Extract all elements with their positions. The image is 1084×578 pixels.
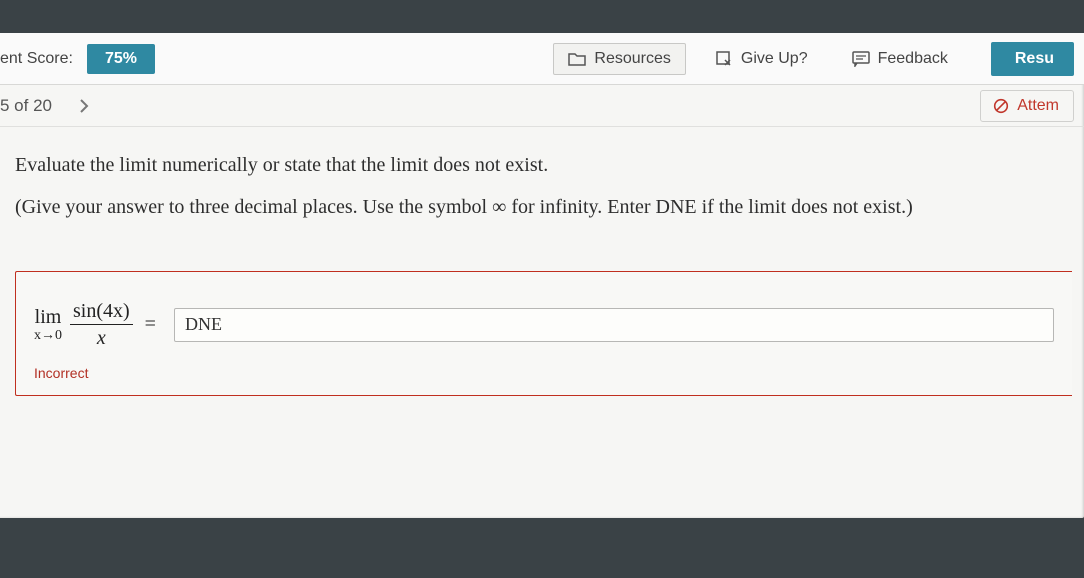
- score-badge: 75%: [87, 44, 155, 74]
- lim-approach: x→0: [34, 329, 62, 343]
- attempt-button[interactable]: Attem: [980, 90, 1074, 122]
- fraction-denominator: x: [97, 325, 106, 349]
- feedback-label: Feedback: [878, 50, 948, 68]
- equals-sign: =: [145, 313, 156, 336]
- question-position: 5 of 20: [0, 96, 52, 116]
- chevron-right-icon: [78, 98, 90, 114]
- question-content: Evaluate the limit numerically or state …: [0, 127, 1084, 416]
- page-frame: ent Score: 75% Resources Give Up? Feedba…: [0, 33, 1084, 518]
- result-button[interactable]: Resu: [991, 42, 1074, 76]
- answer-input[interactable]: [174, 308, 1054, 342]
- score-label: ent Score:: [0, 50, 73, 68]
- resources-button[interactable]: Resources: [553, 43, 685, 75]
- answer-box: lim x→0 sin(4x) x = Incorrect: [15, 271, 1072, 396]
- prompt-line-2: (Give your answer to three decimal place…: [15, 191, 1072, 223]
- flag-x-icon: [715, 50, 733, 68]
- resources-label: Resources: [594, 50, 670, 68]
- fraction-numerator: sin(4x): [70, 300, 133, 325]
- giveup-label: Give Up?: [741, 50, 808, 68]
- giveup-button[interactable]: Give Up?: [700, 43, 823, 75]
- equation-row: lim x→0 sin(4x) x =: [34, 300, 1054, 349]
- lim-text: lim: [35, 307, 62, 327]
- limit-expression: lim x→0 sin(4x) x =: [34, 300, 160, 349]
- status-label: Incorrect: [34, 365, 1054, 381]
- feedback-button[interactable]: Feedback: [837, 43, 963, 75]
- prompt-line-1: Evaluate the limit numerically or state …: [15, 149, 1072, 181]
- attempt-label: Attem: [1017, 97, 1059, 115]
- top-toolbar: ent Score: 75% Resources Give Up? Feedba…: [0, 33, 1084, 85]
- folder-icon: [568, 51, 586, 67]
- prohibit-icon: [993, 98, 1009, 114]
- chat-icon: [852, 51, 870, 67]
- question-nav-bar: 5 of 20 Attem: [0, 85, 1084, 127]
- next-question-button[interactable]: [70, 94, 98, 118]
